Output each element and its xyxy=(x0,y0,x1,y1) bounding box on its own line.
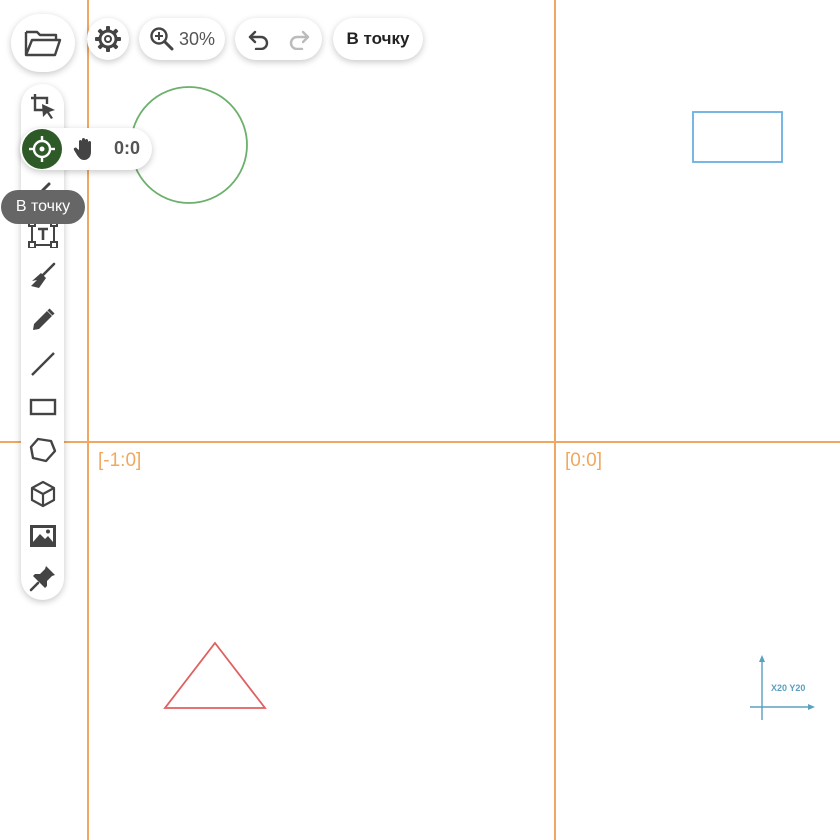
axis-marker-label: X20 Y20 xyxy=(771,683,805,693)
pin-tool[interactable] xyxy=(21,560,64,596)
open-file-button[interactable] xyxy=(11,14,75,72)
rectangle-shape[interactable] xyxy=(692,111,783,163)
eraser-tool[interactable] xyxy=(21,258,64,294)
zoom-button[interactable]: 30% xyxy=(139,18,225,60)
target-icon xyxy=(29,136,55,162)
cell-label: [-1:0] xyxy=(98,450,142,471)
history-controls xyxy=(235,18,322,60)
triangle-shape[interactable] xyxy=(163,641,267,709)
select-tool[interactable] xyxy=(21,88,64,124)
cell-label: [0:0] xyxy=(565,450,602,471)
text-box-icon xyxy=(27,220,58,248)
pencil-tool[interactable] xyxy=(21,302,64,338)
rectangle-icon xyxy=(29,398,56,416)
broom-icon xyxy=(30,262,55,288)
rectangle-tool[interactable] xyxy=(21,389,64,425)
folder-open-icon xyxy=(24,30,62,57)
image-icon xyxy=(29,525,56,547)
coordinates-readout: 0:0 xyxy=(114,138,141,158)
pin-icon xyxy=(29,566,55,592)
crop-select-icon xyxy=(30,94,55,119)
cube-tool[interactable] xyxy=(21,476,64,512)
pan-tool[interactable] xyxy=(72,136,98,167)
goto-point-button[interactable]: В точку xyxy=(333,18,423,60)
polygon-tool[interactable] xyxy=(21,432,64,468)
cube-icon xyxy=(30,480,55,508)
pencil-icon xyxy=(32,308,55,330)
hand-icon xyxy=(73,137,91,160)
settings-button[interactable] xyxy=(87,18,129,60)
goto-target-button[interactable] xyxy=(22,129,62,169)
tooltip: В точку xyxy=(1,190,85,224)
zoom-in-icon xyxy=(150,27,174,51)
line-icon xyxy=(30,352,55,376)
gear-icon xyxy=(95,26,121,52)
redo-icon[interactable] xyxy=(287,28,311,50)
undo-icon[interactable] xyxy=(247,28,271,50)
line-tool[interactable] xyxy=(21,346,64,382)
navigation-panel: 0:0 xyxy=(20,128,152,170)
drawing-canvas[interactable]: X20 Y20 xyxy=(0,0,840,840)
image-tool[interactable] xyxy=(21,518,64,554)
polygon-icon xyxy=(29,437,56,463)
zoom-level: 30% xyxy=(178,28,215,49)
